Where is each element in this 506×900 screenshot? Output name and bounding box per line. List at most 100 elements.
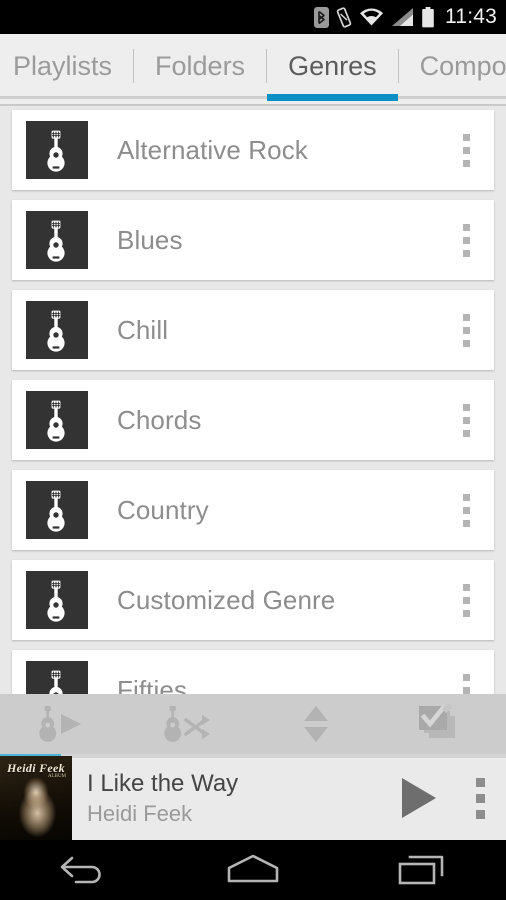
sort-order-button[interactable]	[253, 694, 380, 754]
track-artist: Heidi Feek	[87, 801, 382, 827]
list-item[interactable]: Fifties	[12, 650, 494, 694]
overflow-menu-icon	[476, 794, 485, 803]
list-item[interactable]: Country	[12, 470, 494, 550]
overflow-menu-icon	[463, 430, 470, 437]
overflow-menu-icon	[463, 610, 470, 617]
back-button[interactable]	[0, 840, 169, 900]
genre-label: Blues	[117, 225, 438, 256]
guitar-icon	[40, 668, 74, 694]
home-button[interactable]	[169, 840, 338, 900]
genre-thumbnail	[26, 571, 88, 629]
recents-button[interactable]	[337, 840, 506, 900]
overflow-menu-icon	[476, 810, 485, 819]
list-item-overflow-button[interactable]	[438, 224, 494, 257]
now-playing-bar[interactable]: Heidi Feek ALBUM I Like the Way Heidi Fe…	[0, 754, 506, 840]
now-playing-overflow-button[interactable]	[454, 778, 506, 819]
genre-label: Country	[117, 495, 438, 526]
status-bar-clock: 11:43	[445, 5, 497, 29]
tab-genres[interactable]: Genres	[267, 34, 398, 98]
genre-thumbnail	[26, 391, 88, 449]
play-icon	[396, 775, 440, 821]
list-item-overflow-button[interactable]	[438, 404, 494, 437]
genre-label: Fifties	[117, 675, 438, 695]
list-item-overflow-button[interactable]	[438, 674, 494, 695]
overflow-menu-icon	[463, 314, 470, 321]
tab-bar: Playlists Folders Genres Composers Poc	[0, 34, 506, 106]
list-item[interactable]: Alternative Rock	[12, 110, 494, 190]
tab-active-indicator	[267, 94, 398, 101]
select-multiple-button[interactable]	[380, 694, 506, 754]
list-item-overflow-button[interactable]	[438, 134, 494, 167]
status-bar: 11:43	[0, 0, 506, 34]
overflow-menu-icon	[463, 404, 470, 411]
overflow-menu-icon	[463, 147, 470, 154]
guitar-shuffle-icon	[157, 704, 223, 744]
genre-thumbnail	[26, 661, 88, 694]
genre-label: Alternative Rock	[117, 135, 438, 166]
guitar-icon	[40, 488, 74, 532]
guitar-play-icon	[32, 704, 94, 744]
tab-composers[interactable]: Composers	[399, 34, 506, 98]
overflow-menu-icon	[463, 494, 470, 501]
overflow-menu-icon	[463, 507, 470, 514]
select-all-checkbox-icon	[415, 702, 471, 746]
genre-thumbnail	[26, 211, 88, 269]
recents-icon	[396, 853, 448, 887]
bluetooth-icon	[314, 7, 329, 28]
phone-screen: 11:43 Playlists Folders Genres Composers…	[0, 0, 506, 900]
playback-progress-track[interactable]	[0, 754, 506, 758]
list-item[interactable]: Chords	[12, 380, 494, 460]
overflow-menu-icon	[463, 520, 470, 527]
overflow-menu-icon	[476, 778, 485, 787]
vibrate-icon	[336, 7, 352, 28]
overflow-menu-icon	[463, 597, 470, 604]
genre-label: Customized Genre	[117, 585, 438, 616]
battery-icon	[421, 7, 435, 28]
list-item[interactable]: Customized Genre	[12, 560, 494, 640]
list-item-overflow-button[interactable]	[438, 314, 494, 347]
tab-folders[interactable]: Folders	[134, 34, 266, 98]
guitar-icon	[40, 578, 74, 622]
play-pause-button[interactable]	[382, 775, 454, 821]
overflow-menu-icon	[463, 340, 470, 347]
android-navigation-bar	[0, 840, 506, 900]
genre-label: Chords	[117, 405, 438, 436]
overflow-menu-icon	[463, 224, 470, 231]
album-art-subtitle: ALBUM	[48, 774, 66, 779]
list-item-overflow-button[interactable]	[438, 494, 494, 527]
overflow-menu-icon	[463, 417, 470, 424]
action-toolbar	[0, 694, 506, 754]
cellular-signal-icon	[391, 7, 414, 27]
list-item-overflow-button[interactable]	[438, 584, 494, 617]
guitar-icon	[40, 308, 74, 352]
guitar-icon	[40, 128, 74, 172]
genre-label: Chill	[117, 315, 438, 346]
back-arrow-icon	[58, 852, 110, 888]
overflow-menu-icon	[463, 134, 470, 141]
genre-thumbnail	[26, 301, 88, 359]
wifi-icon	[359, 7, 384, 27]
tab-strip[interactable]: Playlists Folders Genres Composers Poc	[0, 34, 506, 98]
overflow-menu-icon	[463, 327, 470, 334]
genre-list[interactable]: Alternative Rock Blues	[0, 106, 506, 694]
tab-indicator-track	[0, 96, 506, 99]
overflow-menu-icon	[463, 584, 470, 591]
sort-updown-icon	[299, 703, 333, 745]
guitar-icon	[40, 218, 74, 262]
tab-playlists[interactable]: Playlists	[0, 34, 133, 98]
overflow-menu-icon	[463, 160, 470, 167]
overflow-menu-icon	[463, 687, 470, 694]
album-art[interactable]: Heidi Feek ALBUM	[0, 756, 72, 840]
track-title: I Like the Way	[87, 770, 382, 798]
home-icon	[224, 853, 282, 887]
genre-thumbnail	[26, 481, 88, 539]
list-item[interactable]: Blues	[12, 200, 494, 280]
shuffle-all-button[interactable]	[127, 694, 254, 754]
overflow-menu-icon	[463, 237, 470, 244]
list-item[interactable]: Chill	[12, 290, 494, 370]
play-all-button[interactable]	[0, 694, 127, 754]
now-playing-text[interactable]: I Like the Way Heidi Feek	[87, 770, 382, 827]
overflow-menu-icon	[463, 250, 470, 257]
guitar-icon	[40, 398, 74, 442]
overflow-menu-icon	[463, 674, 470, 681]
